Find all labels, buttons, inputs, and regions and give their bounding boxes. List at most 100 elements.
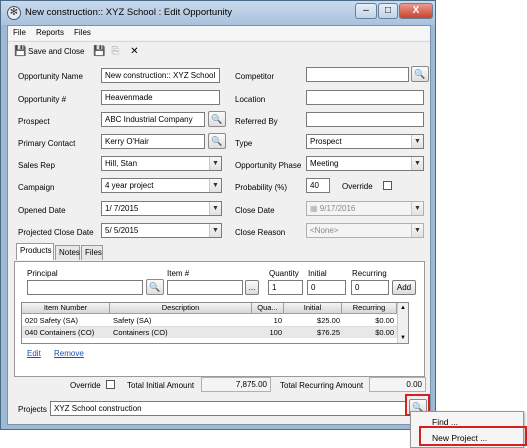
cell-item-number: 020 Safety (SA) — [25, 316, 78, 325]
competitor-lookup-icon[interactable]: 🔍 — [411, 66, 429, 82]
close-date-picker[interactable]: ▦ 9/17/2016 ▼ — [306, 201, 424, 216]
type-select[interactable]: Prospect ▼ — [306, 134, 424, 149]
close-date-value: 9/17/2016 — [319, 204, 356, 213]
maximize-button[interactable]: □ — [378, 3, 398, 19]
chevron-down-icon[interactable]: ▼ — [209, 202, 221, 215]
tab-strip: Products Notes Files — [16, 243, 116, 262]
item-input[interactable] — [167, 280, 243, 295]
highlight-box — [419, 426, 527, 446]
probability-override-checkbox[interactable] — [383, 181, 392, 190]
chevron-down-icon[interactable]: ▼ — [411, 202, 423, 215]
sales-rep-select[interactable]: Hill, Stan ▼ — [101, 156, 222, 171]
window-client: File Reports Files 💾 Save and Close 💾 ⎘ … — [7, 25, 431, 425]
tab-files[interactable]: Files — [81, 245, 103, 260]
principal-label: Principal — [27, 269, 58, 278]
close-reason-value: <None> — [310, 226, 339, 235]
item-browse-button[interactable]: ... — [245, 280, 259, 295]
phase-select[interactable]: Meeting ▼ — [306, 156, 424, 171]
remove-link[interactable]: Remove — [54, 349, 84, 358]
projects-input[interactable]: XYZ School construction — [50, 401, 406, 416]
campaign-label: Campaign — [18, 183, 55, 192]
delete-icon[interactable]: ✕ — [129, 46, 140, 57]
menu-file[interactable]: File — [13, 28, 26, 37]
save-close-icon[interactable]: 💾 — [14, 46, 26, 57]
quantity-label: Quantity — [269, 269, 299, 278]
initial-input[interactable]: 0 — [307, 280, 346, 295]
projects-label: Projects — [18, 405, 47, 414]
cell-description: Safety (SA) — [113, 316, 152, 325]
prospect-input[interactable]: ABC Industrial Company — [101, 112, 205, 127]
cell-initial: $76.25 — [317, 328, 340, 337]
totals-override-checkbox[interactable] — [106, 380, 115, 389]
minimize-button[interactable]: – — [355, 3, 377, 19]
save-close-button[interactable]: Save and Close — [28, 47, 84, 56]
chevron-down-icon[interactable]: ▼ — [411, 157, 423, 170]
principal-lookup-icon[interactable]: 🔍 — [146, 279, 164, 295]
close-date-label: Close Date — [235, 206, 275, 215]
chevron-down-icon[interactable]: ▼ — [209, 179, 221, 192]
totals-override-label: Override — [70, 381, 101, 390]
location-label: Location — [235, 95, 266, 104]
cell-recurring: $0.00 — [375, 316, 394, 325]
scroll-down-icon[interactable]: ▼ — [399, 335, 407, 341]
prospect-lookup-icon[interactable]: 🔍 — [208, 111, 226, 127]
probability-label: Probability (%) — [235, 183, 288, 192]
location-input[interactable] — [306, 90, 424, 105]
competitor-input[interactable] — [306, 67, 409, 82]
table-row[interactable]: 040 Containers (CO) Containers (CO) 100 … — [22, 327, 397, 338]
projected-close-picker[interactable]: 5/ 5/2015 ▼ — [101, 223, 222, 238]
close-reason-select[interactable]: <None> ▼ — [306, 223, 424, 238]
chevron-down-icon[interactable]: ▼ — [209, 224, 221, 237]
opened-date-label: Opened Date — [18, 206, 66, 215]
probability-input[interactable]: 40 — [306, 178, 330, 193]
add-button[interactable]: Add — [392, 280, 416, 295]
initial-label: Initial — [308, 269, 327, 278]
close-button[interactable]: X — [399, 3, 433, 19]
title-bar[interactable]: ✻ New construction:: XYZ School : Edit O… — [1, 1, 435, 25]
tab-products[interactable]: Products — [16, 243, 54, 260]
col-header-initial[interactable]: Initial — [284, 303, 342, 314]
table-row[interactable]: 020 Safety (SA) Safety (SA) 10 $25.00 $0… — [22, 315, 397, 326]
projected-close-label: Projected Close Date — [18, 228, 94, 237]
cell-quantity: 100 — [269, 328, 282, 337]
quantity-input[interactable]: 1 — [268, 280, 303, 295]
primary-contact-input[interactable]: Kerry O'Hair — [101, 134, 205, 149]
type-value: Prospect — [310, 137, 342, 146]
cell-item-number: 040 Containers (CO) — [25, 328, 95, 337]
col-header-quantity[interactable]: Qua... — [252, 303, 284, 314]
recurring-label: Recurring — [352, 269, 387, 278]
item-label: Item # — [167, 269, 190, 278]
recurring-input[interactable]: 0 — [351, 280, 389, 295]
chevron-down-icon[interactable]: ▼ — [411, 135, 423, 148]
chevron-down-icon[interactable]: ▼ — [209, 157, 221, 170]
probability-override-label: Override — [342, 182, 373, 191]
tab-notes[interactable]: Notes — [55, 245, 80, 260]
opened-date-value: 1/ 7/2015 — [105, 204, 139, 213]
total-recurring-value: 0.00 — [369, 377, 426, 392]
opened-date-picker[interactable]: 1/ 7/2015 ▼ — [101, 201, 222, 216]
save-new-icon[interactable]: ⎘ — [110, 46, 121, 57]
contact-lookup-icon[interactable]: 🔍 — [208, 133, 226, 149]
cell-description: Containers (CO) — [113, 328, 168, 337]
opportunity-number-input[interactable]: Heavenmade — [101, 90, 220, 105]
referred-by-label: Referred By — [235, 117, 278, 126]
referred-by-input[interactable] — [306, 112, 424, 127]
competitor-label: Competitor — [235, 72, 275, 81]
col-header-recurring[interactable]: Recurring — [342, 303, 397, 314]
chevron-down-icon[interactable]: ▼ — [411, 224, 423, 237]
col-header-description[interactable]: Description — [110, 303, 252, 314]
col-header-item-number[interactable]: Item Number — [22, 303, 110, 314]
opportunity-name-input[interactable]: New construction:: XYZ School — [101, 68, 220, 83]
principal-input[interactable] — [27, 280, 143, 295]
grid-scrollbar[interactable]: ▲ ▼ — [397, 303, 408, 343]
menu-reports[interactable]: Reports — [36, 28, 64, 37]
save-icon[interactable]: 💾 — [93, 46, 105, 57]
window-title: New construction:: XYZ School : Edit Opp… — [25, 7, 232, 18]
sales-rep-value: Hill, Stan — [105, 159, 138, 168]
total-recurring-label: Total Recurring Amount — [280, 381, 364, 390]
edit-link[interactable]: Edit — [27, 349, 41, 358]
campaign-value: 4 year project — [105, 181, 154, 190]
scroll-up-icon[interactable]: ▲ — [399, 305, 407, 311]
campaign-select[interactable]: 4 year project ▼ — [101, 178, 222, 193]
menu-files[interactable]: Files — [74, 28, 91, 37]
